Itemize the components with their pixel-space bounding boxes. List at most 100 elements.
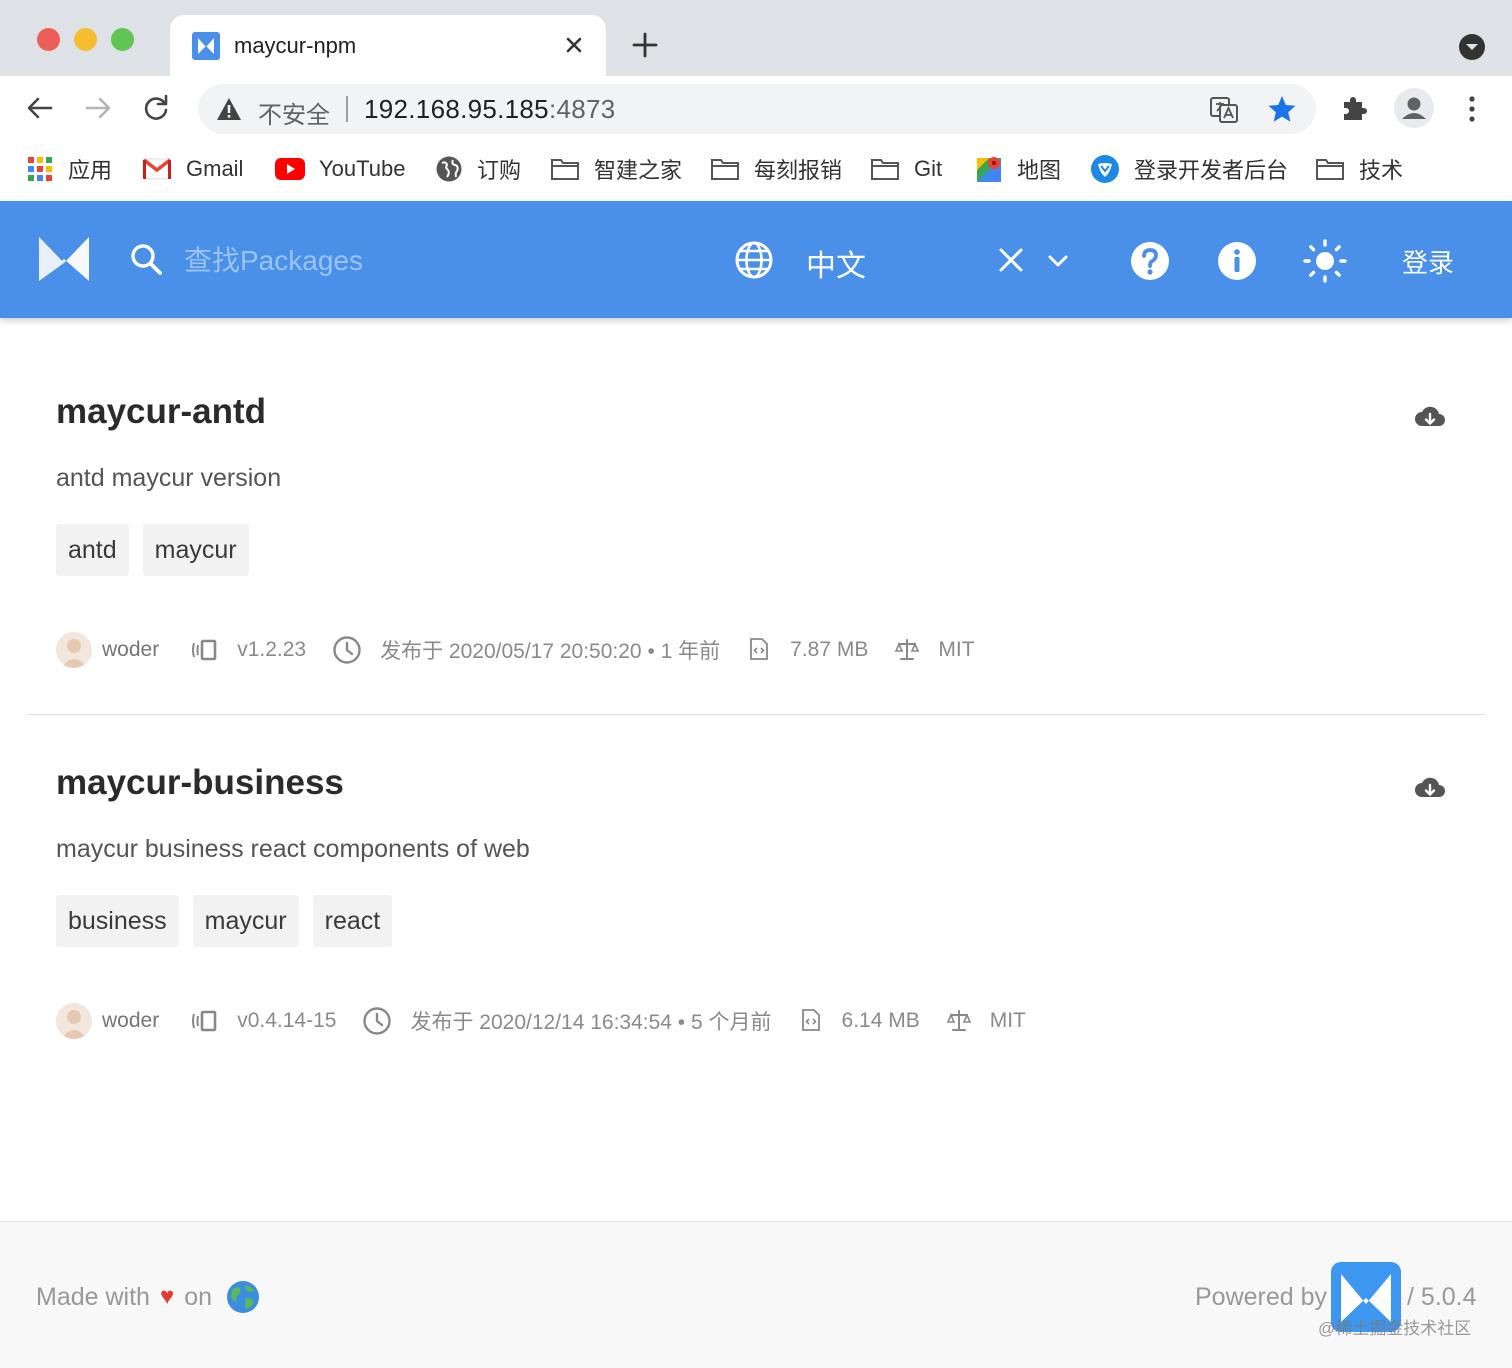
app-header: 中文 登录 <box>0 201 1512 318</box>
tab-search-icon[interactable] <box>1458 33 1486 61</box>
bookmark-label: 订购 <box>477 158 522 183</box>
bookmark-label: 技术 <box>1359 158 1404 183</box>
bookmark-maps[interactable]: 地图 <box>975 152 1061 186</box>
back-arrow-icon[interactable] <box>24 92 56 124</box>
keyword-tag[interactable]: maycur <box>142 524 249 576</box>
keyword-tag[interactable]: antd <box>56 524 129 576</box>
login-button[interactable]: 登录 <box>1388 239 1468 283</box>
author-avatar <box>56 1003 92 1039</box>
package-divider <box>28 714 1485 715</box>
maps-icon <box>977 157 1001 182</box>
author-avatar-icon <box>61 639 87 668</box>
package-keywords: business maycur react <box>56 895 393 947</box>
apps-grid-icon <box>28 157 52 181</box>
heart-icon: ♥ <box>159 1283 175 1310</box>
bookmark-gmail[interactable]: Gmail <box>142 152 243 186</box>
youtube-icon <box>275 158 305 180</box>
forward-arrow-icon[interactable] <box>82 92 114 124</box>
warning-triangle-icon[interactable] <box>216 96 242 122</box>
bookmark-star-icon[interactable] <box>1266 93 1298 125</box>
package-name[interactable]: maycur-antd <box>56 392 266 432</box>
bookmarks-bar: 应用 Gmail YouTube 订购 智建之家 每刻报销 Git 地图 登录开… <box>0 142 1512 200</box>
bookmark-folder-maycur[interactable]: 每刻报销 <box>710 152 842 186</box>
license-scale-icon <box>895 639 920 660</box>
browser-toolbar: 不安全 192.168.95.185:4873 <box>0 76 1512 142</box>
earth-globe-icon <box>227 1281 260 1313</box>
browser-tab-active[interactable]: maycur-npm <box>170 15 606 76</box>
address-bar[interactable]: 不安全 192.168.95.185:4873 <box>198 84 1316 134</box>
package-license: MIT <box>938 638 975 661</box>
author-avatar <box>56 632 92 668</box>
tab-close-icon[interactable] <box>560 31 588 59</box>
package-search-input[interactable] <box>184 239 604 283</box>
keyword-tag[interactable]: maycur <box>192 895 299 947</box>
footer-made-with-text: Made with <box>36 1282 150 1311</box>
bookmark-order[interactable]: 订购 <box>435 152 521 186</box>
bookmark-label: Gmail <box>186 156 244 181</box>
package-license: MIT <box>989 1009 1026 1032</box>
extensions-puzzle-icon[interactable] <box>1338 92 1372 126</box>
help-icon[interactable] <box>1130 241 1170 281</box>
author-name[interactable]: woder <box>102 1009 159 1033</box>
folder-icon <box>711 159 739 180</box>
bookmark-folder-tech[interactable]: 技术 <box>1315 152 1403 186</box>
globe-icon <box>436 156 462 182</box>
package-size: 6.14 MB <box>841 1009 920 1032</box>
version-icon <box>192 1010 217 1032</box>
watermark-text: @稀土掘金技术社区 <box>1318 1319 1472 1338</box>
chevron-down-icon[interactable] <box>1044 247 1072 275</box>
url-text[interactable]: 192.168.95.185:4873 <box>364 94 616 125</box>
keyword-tag[interactable]: business <box>56 895 179 947</box>
tab-title: maycur-npm <box>234 33 357 58</box>
package-card[interactable]: maycur-antd antd maycur version antd may… <box>28 392 1485 692</box>
theme-sun-icon[interactable] <box>1302 238 1348 284</box>
clock-icon <box>333 636 361 664</box>
file-code-icon <box>750 638 769 660</box>
bookmark-dev-console[interactable]: 登录开发者后台 <box>1090 152 1288 186</box>
window-close-button[interactable] <box>37 28 60 51</box>
author-avatar-icon <box>61 1010 87 1039</box>
publish-time: 发布于 2020/05/17 20:50:20 • 1 年前 <box>380 640 721 663</box>
package-card[interactable]: maycur-business maycur business react co… <box>28 763 1485 1063</box>
package-description: maycur business react components of web <box>56 835 530 863</box>
bookmark-folder-zhijian[interactable]: 智建之家 <box>550 152 682 186</box>
security-label[interactable]: 不安全 <box>258 95 330 130</box>
package-version: v0.4.14-15 <box>237 1009 337 1032</box>
bookmark-folder-git[interactable]: Git <box>870 152 942 186</box>
keyword-tag[interactable]: react <box>312 895 393 947</box>
window-zoom-button[interactable] <box>111 28 134 51</box>
new-tab-icon[interactable] <box>630 30 660 60</box>
bookmark-youtube[interactable]: YouTube <box>275 152 405 186</box>
url-port: :4873 <box>548 94 616 124</box>
footer-version: / 5.0.4 <box>1407 1282 1477 1311</box>
author-name[interactable]: woder <box>102 638 159 662</box>
more-vert-icon[interactable] <box>1460 92 1484 126</box>
shield-bird-icon <box>1091 155 1119 183</box>
info-icon[interactable] <box>1217 241 1257 281</box>
profile-avatar[interactable] <box>1394 88 1434 128</box>
language-select-value[interactable]: 中文 <box>806 241 866 285</box>
url-host: 192.168.95.185 <box>364 94 549 124</box>
clock-icon <box>363 1007 392 1035</box>
package-meta: woder v1.2.23 发布于 2020/05/17 20:50:20 • … <box>56 630 1001 670</box>
bookmark-label: YouTube <box>319 156 406 181</box>
package-meta: woder v0.4.14-15 发布于 2020/12/14 16:34:54… <box>56 1001 1052 1041</box>
folder-icon <box>871 159 899 180</box>
package-name[interactable]: maycur-business <box>56 763 344 803</box>
clear-language-icon[interactable] <box>996 245 1026 275</box>
download-cloud-icon[interactable] <box>1414 773 1446 805</box>
verdaccio-logo-icon[interactable] <box>36 231 92 287</box>
bookmark-apps[interactable]: 应用 <box>26 152 112 186</box>
bookmark-label: 智建之家 <box>594 158 683 183</box>
translate-icon[interactable] <box>1208 94 1240 126</box>
package-version: v1.2.23 <box>237 638 307 661</box>
footer-powered-by-text: Powered by <box>1195 1282 1328 1311</box>
bookmark-label: 应用 <box>68 158 113 183</box>
person-icon <box>1402 97 1426 119</box>
language-globe-icon <box>735 241 773 279</box>
reload-icon[interactable] <box>140 92 172 124</box>
bookmark-label: 登录开发者后台 <box>1134 158 1289 183</box>
window-minimize-button[interactable] <box>74 28 97 51</box>
download-cloud-icon[interactable] <box>1414 402 1446 434</box>
page-footer: Made with ♥ on Powered by / 5.0.4 @稀土掘金技… <box>0 1221 1512 1368</box>
